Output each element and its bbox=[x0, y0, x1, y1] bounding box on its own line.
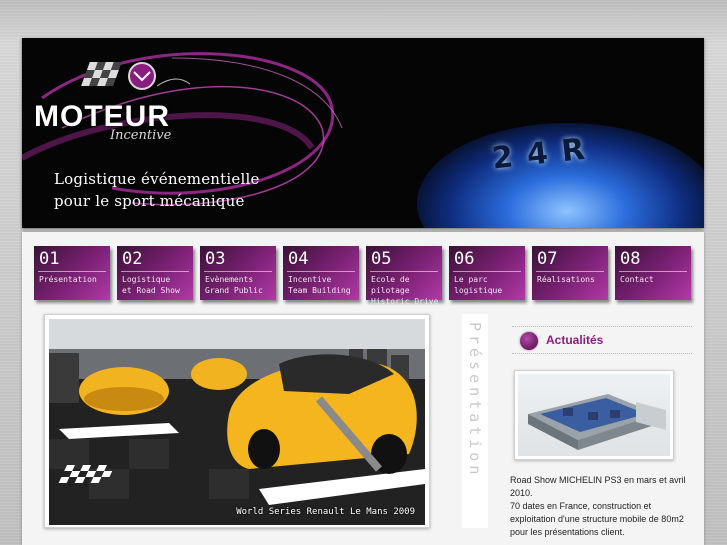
nav-label: Logistique et Road Show bbox=[122, 275, 180, 295]
mobile-structure-image bbox=[518, 374, 670, 456]
news-title: Actualités bbox=[546, 333, 604, 347]
nav-divider bbox=[370, 271, 438, 272]
news-logo-icon bbox=[520, 332, 538, 350]
nav-divider bbox=[204, 271, 272, 272]
nav-item-realisations[interactable]: 07 Réalisations bbox=[532, 246, 608, 300]
nav-divider bbox=[536, 271, 604, 272]
tagline-line-2: pour le sport mécanique bbox=[54, 192, 245, 210]
header-banner: 24R MOTEUR Incentive Logistique événemen… bbox=[22, 38, 704, 228]
nav-divider bbox=[287, 271, 355, 272]
featured-photo: World Series Renault Le Mans 2009 bbox=[44, 314, 430, 528]
nav-item-logistique[interactable]: 02 Logistique et Road Show bbox=[117, 246, 193, 300]
nav-item-contact[interactable]: 08 Contact bbox=[615, 246, 691, 300]
nav-number: 06 bbox=[454, 249, 475, 269]
content-panel: 01 Présentation 02 Logistique et Road Sh… bbox=[22, 232, 704, 545]
logo[interactable]: MOTEUR Incentive bbox=[34, 52, 234, 172]
nav-label: Evènements Grand Public bbox=[205, 275, 263, 295]
nav-label: Présentation bbox=[39, 275, 97, 284]
tagline-line-1: Logistique événementielle bbox=[54, 170, 260, 188]
news-header: Actualités bbox=[512, 326, 692, 354]
main-navigation: 01 Présentation 02 Logistique et Road Sh… bbox=[34, 246, 694, 306]
nav-item-evenements[interactable]: 03 Evènements Grand Public bbox=[200, 246, 276, 300]
nav-divider bbox=[38, 271, 106, 272]
nav-number: 07 bbox=[537, 249, 558, 269]
truck-structure-illustration bbox=[528, 394, 666, 450]
photo-caption: World Series Renault Le Mans 2009 bbox=[236, 507, 415, 517]
race-cars-image: World Series Renault Le Mans 2009 bbox=[49, 319, 425, 525]
nav-item-parc[interactable]: 06 Le parc logistique bbox=[449, 246, 525, 300]
news-box: Actualités Road Show MICHELIN PS3 en mar… bbox=[506, 318, 698, 545]
nav-label: Réalisations bbox=[537, 275, 595, 284]
nav-number: 01 bbox=[39, 249, 60, 269]
nav-item-ecole[interactable]: 05 Ecole de pilotage Historic Drive bbox=[366, 246, 442, 306]
tagline: Logistique événementielle pour le sport … bbox=[54, 168, 260, 212]
nav-number: 03 bbox=[205, 249, 226, 269]
nav-label: Contact bbox=[620, 275, 654, 284]
checkered-flag-icon bbox=[81, 62, 191, 90]
nav-item-incentive[interactable]: 04 Incentive Team Building bbox=[283, 246, 359, 300]
nav-number: 05 bbox=[371, 249, 392, 269]
news-body: Road Show MICHELIN PS3 en mars et avril … bbox=[510, 475, 686, 537]
section-title: Présentation bbox=[466, 322, 484, 479]
nav-number: 04 bbox=[288, 249, 309, 269]
nav-number: 08 bbox=[620, 249, 641, 269]
nav-divider bbox=[619, 271, 687, 272]
race-cars-illustration bbox=[49, 319, 425, 525]
nav-label: Incentive Team Building bbox=[288, 275, 351, 295]
nav-item-presentation[interactable]: 01 Présentation bbox=[34, 246, 110, 300]
news-thumbnail[interactable] bbox=[514, 370, 674, 460]
nav-divider bbox=[453, 271, 521, 272]
logo-subtitle: Incentive bbox=[110, 128, 172, 143]
nav-number: 02 bbox=[122, 249, 143, 269]
nav-label: Ecole de pilotage Historic Drive bbox=[371, 275, 439, 306]
nav-divider bbox=[121, 271, 189, 272]
nav-label: Le parc logistique bbox=[454, 275, 503, 295]
section-vertical-label: Présentation bbox=[462, 314, 488, 528]
